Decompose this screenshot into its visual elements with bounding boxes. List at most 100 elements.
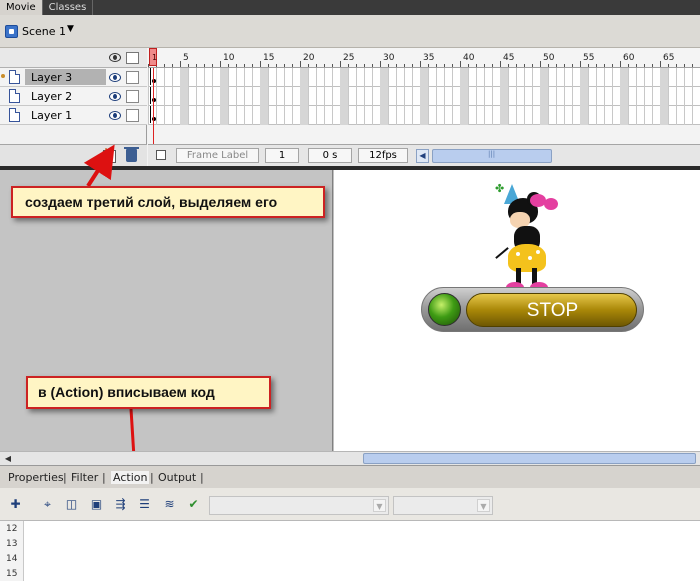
add-statement-icon[interactable]: ✚	[8, 497, 23, 512]
ruler-tick	[500, 61, 501, 67]
ruler-tick	[292, 64, 293, 67]
chevron-down-icon[interactable]: ▼	[373, 499, 386, 512]
ruler-tick	[532, 64, 533, 67]
ruler-tick	[252, 64, 253, 67]
ruler-tick	[612, 64, 613, 67]
ruler-tick	[644, 64, 645, 67]
scroll-left-arrow-icon[interactable]: ◀	[416, 149, 429, 163]
playhead-line	[153, 68, 154, 146]
ruler-tick	[420, 61, 421, 67]
lock-box[interactable]	[126, 71, 139, 84]
auto-format-icon[interactable]: ⇶	[113, 497, 128, 512]
playhead-frame-number: 1	[152, 53, 158, 62]
ruler-frame-number: 20	[303, 53, 315, 63]
action-target-select[interactable]: ▼	[209, 496, 389, 515]
scroll-left-arrow-icon[interactable]: ◀	[2, 453, 14, 464]
ruler-tick	[356, 64, 357, 67]
minnie-mouse-image[interactable]: ✤	[484, 182, 566, 302]
stage-horizontal-scrollbar[interactable]: ◀	[0, 451, 700, 465]
tab-action[interactable]: Action	[111, 471, 150, 484]
add-layer-icon[interactable]	[101, 145, 116, 163]
tab-separator: |	[102, 471, 106, 484]
ruler-tick	[508, 64, 509, 67]
timeline-horizontal-scrollbar[interactable]	[432, 149, 552, 163]
line-number: 12	[6, 524, 18, 534]
frame-label-field[interactable]: Frame Label	[176, 148, 259, 163]
ruler-tick	[652, 64, 653, 67]
check-syntax-icon[interactable]: ✔	[186, 497, 201, 512]
ruler-tick	[236, 64, 237, 67]
ruler-tick	[692, 64, 693, 67]
chevron-down-icon[interactable]: ▼	[67, 24, 74, 34]
skirt-dot	[536, 250, 540, 254]
tab-classes[interactable]: Classes	[43, 0, 94, 15]
ruler-tick	[228, 64, 229, 67]
playhead[interactable]: 1	[149, 48, 157, 66]
document-tabs: Movie Classes	[0, 0, 700, 15]
frame-grid[interactable]	[148, 68, 700, 125]
tab-properties[interactable]: Properties	[8, 471, 64, 484]
chevron-down-icon[interactable]: ▼	[477, 499, 490, 512]
layer-row-layer-3[interactable]: Layer 3	[0, 68, 147, 87]
ruler-tick	[484, 64, 485, 67]
action-option-select[interactable]: ▼	[393, 496, 493, 515]
ruler-tick	[196, 64, 197, 67]
ruler-tick	[244, 64, 245, 67]
ruler-tick	[684, 64, 685, 67]
panel-tabs: Properties | Filter | Action | Output |	[0, 465, 700, 488]
stage-scroll-thumb[interactable]	[363, 453, 696, 464]
tab-output[interactable]: Output	[158, 471, 196, 484]
action-toolbar: ✚ ⌖ ◫ ▣ ⇶ ☰ ≋ ✔ ▼ ▼	[0, 488, 700, 521]
ruler-tick	[460, 61, 461, 67]
visibility-eye-icon[interactable]	[109, 92, 121, 101]
lock-box[interactable]	[126, 109, 139, 122]
lock-all-box[interactable]	[126, 52, 139, 64]
layer-name[interactable]: Layer 1	[31, 109, 72, 122]
trash-icon[interactable]	[124, 147, 139, 162]
ruler-tick	[388, 64, 389, 67]
ruler-tick	[340, 61, 341, 67]
check-syntax-box-icon[interactable]: ▣	[89, 497, 104, 512]
scene-selector[interactable]: Scene 1	[22, 25, 66, 38]
ruler-tick	[396, 64, 397, 67]
insert-target-path-icon[interactable]: ◫	[64, 497, 79, 512]
debug-options-icon[interactable]: ≋	[162, 497, 177, 512]
ruler-frame-number: 10	[223, 53, 235, 63]
visibility-eye-icon[interactable]	[109, 73, 121, 82]
tab-movie[interactable]: Movie	[0, 0, 43, 15]
stop-button-graphic[interactable]: STOP	[421, 287, 644, 332]
tab-separator: |	[200, 471, 204, 484]
ruler-tick	[452, 64, 453, 67]
layer-row-layer-1[interactable]: Layer 1	[0, 106, 147, 125]
show-hide-all-eye-icon[interactable]	[109, 53, 121, 62]
ruler-tick	[268, 64, 269, 67]
layers-footer	[0, 144, 147, 166]
ruler-tick	[188, 64, 189, 67]
ruler-tick	[524, 64, 525, 67]
layer-page-icon	[9, 108, 20, 122]
skirt-shape	[508, 244, 546, 272]
tab-filter[interactable]: Filter	[71, 471, 98, 484]
ruler-tick	[428, 64, 429, 67]
ruler-tick	[628, 64, 629, 67]
ruler-tick	[412, 64, 413, 67]
ruler-frame-number: 30	[383, 53, 395, 63]
callout-action-code: в (Action) вписываем код	[26, 376, 271, 409]
find-icon[interactable]: ⌖	[40, 497, 55, 512]
center-frame-icon[interactable]	[156, 150, 166, 160]
layer-name[interactable]: Layer 2	[31, 90, 72, 103]
bow-shape	[544, 198, 558, 210]
ruler-tick	[212, 64, 213, 67]
visibility-eye-icon[interactable]	[109, 111, 121, 120]
ruler-tick	[564, 64, 565, 67]
ruler-tick	[180, 61, 181, 67]
lock-box[interactable]	[126, 90, 139, 103]
layer-name[interactable]: Layer 3	[31, 71, 72, 84]
ruler-tick	[372, 64, 373, 67]
ruler-tick	[444, 64, 445, 67]
code-editor[interactable]: 12 13 14 15	[0, 521, 700, 581]
frame-rate-readout[interactable]: 12fps	[358, 148, 408, 163]
code-hint-icon[interactable]: ☰	[137, 497, 152, 512]
ruler-tick	[204, 64, 205, 67]
layer-row-layer-2[interactable]: Layer 2	[0, 87, 147, 106]
